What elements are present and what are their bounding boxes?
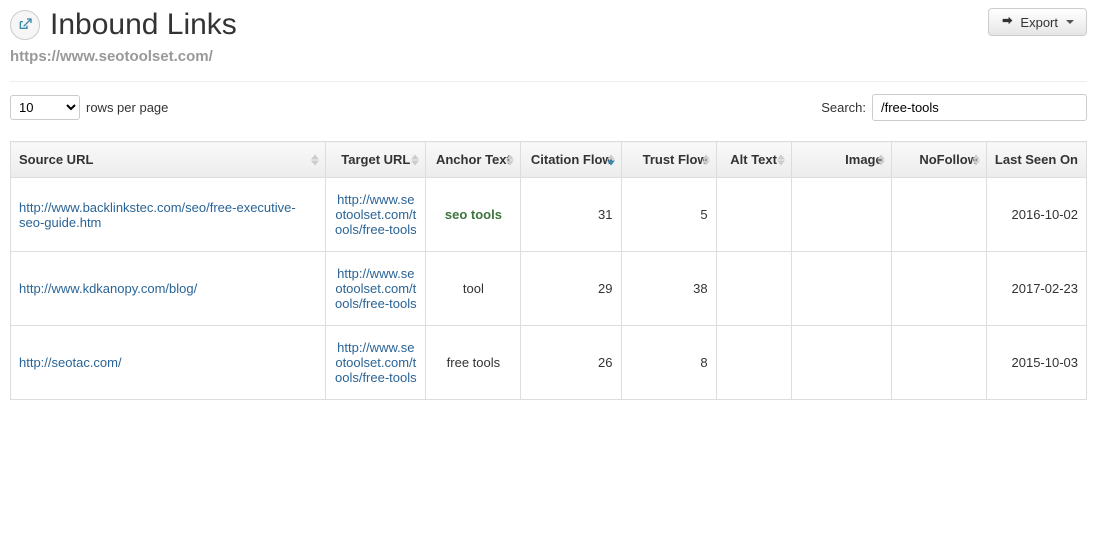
nofollow-cell	[891, 326, 986, 400]
inbound-links-table: Source URL Target URL Anchor Text Citati…	[10, 141, 1087, 400]
alt-text-cell	[716, 178, 791, 252]
col-alt-text[interactable]: Alt Text	[716, 142, 791, 178]
rows-per-page-control: 10 rows per page	[10, 95, 168, 120]
caret-down-icon	[1066, 20, 1074, 24]
inbound-links-icon	[10, 10, 40, 40]
share-icon	[1001, 14, 1014, 30]
title-wrap: Inbound Links	[10, 8, 237, 42]
table-row: http://seotac.com/http://www.seotoolset.…	[11, 326, 1087, 400]
page-header: Inbound Links Export	[10, 8, 1087, 42]
image-cell	[791, 326, 891, 400]
citation-flow-cell: 29	[521, 252, 621, 326]
col-image[interactable]: Image	[791, 142, 891, 178]
sort-icon	[411, 154, 419, 165]
sort-icon	[972, 154, 980, 165]
col-citation-flow[interactable]: Citation Flow	[521, 142, 621, 178]
search-control: Search:	[821, 94, 1087, 121]
site-url: https://www.seotoolset.com/	[10, 48, 1087, 65]
image-cell	[791, 178, 891, 252]
search-input[interactable]	[872, 94, 1087, 121]
last-seen-cell: 2016-10-02	[986, 178, 1086, 252]
export-label: Export	[1020, 15, 1058, 30]
table-row: http://www.backlinkstec.com/seo/free-exe…	[11, 178, 1087, 252]
source-url-link[interactable]: http://www.backlinkstec.com/seo/free-exe…	[19, 200, 296, 230]
search-label: Search:	[821, 100, 866, 115]
col-nofollow[interactable]: NoFollow	[891, 142, 986, 178]
col-trust-flow[interactable]: Trust Flow	[621, 142, 716, 178]
col-anchor-text[interactable]: Anchor Text	[426, 142, 521, 178]
sort-icon	[607, 154, 615, 165]
source-url-link[interactable]: http://www.kdkanopy.com/blog/	[19, 281, 197, 296]
anchor-text-cell: free tools	[426, 326, 521, 400]
export-button[interactable]: Export	[988, 8, 1087, 36]
target-url-link[interactable]: http://www.seotoolset.com/tools/free-too…	[335, 340, 417, 385]
citation-flow-cell: 26	[521, 326, 621, 400]
sort-icon	[702, 154, 710, 165]
sort-icon	[311, 154, 319, 165]
trust-flow-cell: 5	[621, 178, 716, 252]
target-url-link[interactable]: http://www.seotoolset.com/tools/free-too…	[335, 192, 417, 237]
sort-icon	[877, 154, 885, 165]
sort-icon	[777, 154, 785, 165]
rows-per-page-label: rows per page	[86, 100, 168, 115]
page-title: Inbound Links	[50, 8, 237, 42]
divider	[10, 81, 1087, 82]
col-source-url[interactable]: Source URL	[11, 142, 326, 178]
table-row: http://www.kdkanopy.com/blog/http://www.…	[11, 252, 1087, 326]
alt-text-cell	[716, 252, 791, 326]
last-seen-cell: 2015-10-03	[986, 326, 1086, 400]
trust-flow-cell: 8	[621, 326, 716, 400]
last-seen-cell: 2017-02-23	[986, 252, 1086, 326]
trust-flow-cell: 38	[621, 252, 716, 326]
citation-flow-cell: 31	[521, 178, 621, 252]
table-controls: 10 rows per page Search:	[10, 94, 1087, 121]
sort-icon	[506, 154, 514, 165]
col-target-url[interactable]: Target URL	[326, 142, 426, 178]
nofollow-cell	[891, 252, 986, 326]
image-cell	[791, 252, 891, 326]
anchor-text-cell: seo tools	[426, 178, 521, 252]
col-last-seen[interactable]: Last Seen On	[986, 142, 1086, 178]
nofollow-cell	[891, 178, 986, 252]
rows-per-page-select[interactable]: 10	[10, 95, 80, 120]
alt-text-cell	[716, 326, 791, 400]
source-url-link[interactable]: http://seotac.com/	[19, 355, 122, 370]
target-url-link[interactable]: http://www.seotoolset.com/tools/free-too…	[335, 266, 417, 311]
anchor-text-cell: tool	[426, 252, 521, 326]
